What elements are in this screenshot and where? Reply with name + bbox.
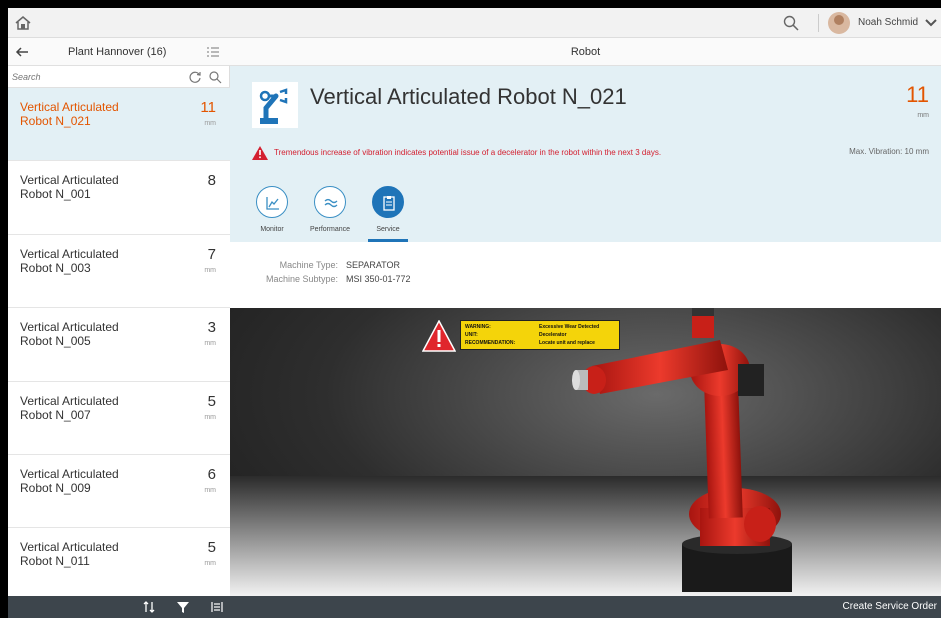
icon-tab-bar: Monitor Performance Service [230,182,941,242]
item-unit: mm [204,266,216,274]
list-options-icon[interactable] [206,45,220,59]
item-value: 6 [207,465,216,483]
back-arrow-icon[interactable] [14,44,30,60]
attribute-value: SEPARATOR [346,260,401,270]
item-unit: mm [204,560,216,568]
attributes-section: Machine Type: SEPARATOR Machine Subtype: M… [230,242,941,308]
machine-list: Vertical Articulated Robot N_021 11 mm V… [8,88,230,602]
list-item[interactable]: Vertical Articulated Robot N_003 7 mm [8,234,230,309]
tab-monitor[interactable]: Monitor [246,182,298,242]
object-unit: mm [917,112,929,119]
item-name: Vertical Articulated Robot N_007 [20,393,119,422]
item-value: 7 [207,245,216,263]
create-service-order-button[interactable]: Create Service Order [843,601,937,612]
list-item[interactable]: Vertical Articulated Robot N_011 5 mm [8,528,230,602]
max-vibration: Max. Vibration: 10 mm [849,147,929,156]
tab-service[interactable]: Service [362,182,414,242]
item-unit: mm [204,486,216,494]
group-icon[interactable] [210,600,224,614]
home-icon[interactable] [14,14,32,32]
chart-icon [266,197,279,210]
user-name[interactable]: Noah Schmid [858,17,918,28]
item-name: Vertical Articulated Robot N_001 [20,173,119,202]
wave-icon [324,198,338,208]
list-item[interactable]: Vertical Articulated Robot N_009 6 mm [8,454,230,529]
search-input[interactable] [12,69,182,85]
detail-panel: Robot Vertical Articulated Robot N_021 1… [230,38,941,596]
warning-label-key: UNIT: [465,332,478,338]
shell-bar: Noah Schmid [8,8,941,38]
object-number: 11 [906,82,929,107]
warning-label-value: Decelerator [539,332,567,338]
master-list-panel: Plant Hannover (16) Vertical Articulated… [8,38,230,602]
attribute-label: Machine Type: [279,260,338,270]
search-icon[interactable] [208,70,222,84]
list-item[interactable]: Vertical Articulated Robot N_021 11 mm [8,88,230,162]
chevron-down-icon[interactable] [924,16,938,30]
tab-label: Service [376,226,400,233]
item-unit: mm [204,120,216,127]
master-title: Plant Hannover (16) [68,46,167,58]
list-item[interactable]: Vertical Articulated Robot N_005 3 mm [8,308,230,382]
item-unit: mm [204,340,216,348]
search-icon[interactable] [782,14,800,32]
tab-label: Performance [309,226,351,233]
clipboard-icon [383,196,395,211]
avatar[interactable] [828,12,850,34]
tab-label: Monitor [260,226,284,233]
item-unit: mm [204,413,216,421]
app-frame: Noah Schmid Plant Hannover (16) Search V… [8,8,941,618]
divider [818,14,819,32]
master-header: Plant Hannover (16) [8,38,230,66]
attribute-label: Machine Subtype: [265,274,338,284]
warning-icon [252,146,268,160]
attribute-value: MSI 350-01-772 [346,274,411,284]
robot-icon [252,82,298,128]
item-value: 5 [207,392,216,410]
item-name: Vertical Articulated Robot N_003 [20,246,119,275]
footer-toolbar: Create Service Order [8,596,941,618]
industrial-robot-model [572,308,792,592]
sort-icon[interactable] [142,600,156,614]
warning-label-key: WARNING: [465,324,491,330]
filter-icon[interactable] [176,600,190,614]
refresh-icon[interactable] [188,70,202,84]
attribute-machine-subtype: Machine Subtype: MSI 350-01-772 [250,274,411,284]
item-name: Vertical Articulated Robot N_009 [20,466,119,495]
list-item[interactable]: Vertical Articulated Robot N_001 8 [8,161,230,235]
warning-message: Tremendous increase of vibration indicat… [274,148,662,157]
warning-label-key: RECOMMENDATION: [465,340,516,346]
search-bar [8,66,230,88]
list-item[interactable]: Vertical Articulated Robot N_007 5 mm [8,381,230,455]
item-name: Vertical Articulated Robot N_005 [20,320,119,349]
warning-triangle-icon [421,319,457,352]
robot-3d-view[interactable]: WARNING: Excessive Wear Detected UNIT: Dec… [230,308,941,596]
detail-header: Robot [230,38,941,66]
object-title: Vertical Articulated Robot N_021 [310,84,627,109]
item-value: 5 [207,539,216,557]
tab-performance[interactable]: Performance [304,182,356,242]
item-name: Vertical Articulated Robot N_021 [20,100,119,128]
item-value: 8 [207,172,216,190]
item-value: 11 [200,99,216,116]
object-header: Vertical Articulated Robot N_021 11 mm T… [230,66,941,242]
attribute-machine-type: Machine Type: SEPARATOR [250,260,400,270]
item-value: 3 [207,319,216,337]
item-name: Vertical Articulated Robot N_011 [20,540,119,569]
